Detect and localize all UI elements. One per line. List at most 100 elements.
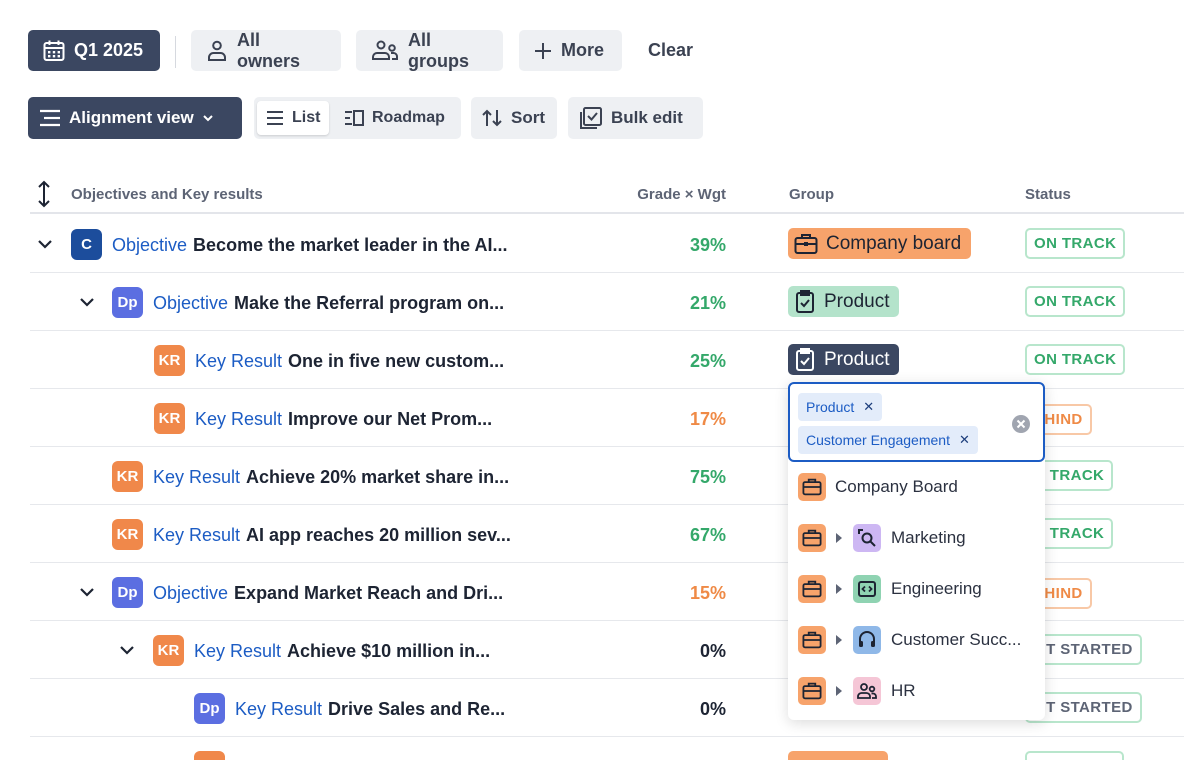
table-row[interactable] (30, 737, 1184, 760)
clear-filters-label: Clear (648, 40, 694, 60)
okr-kind: Key Result (153, 525, 241, 545)
groups-filter-label: All groups (408, 29, 469, 71)
group-badge-label: Product (824, 290, 890, 312)
okr-title[interactable]: Key Result AI app reaches 20 million sev.… (153, 525, 511, 546)
code-icon (853, 575, 881, 603)
owner-avatar[interactable]: Dp (112, 577, 143, 608)
table-row[interactable]: KR Key Result One in five new custom... 2… (30, 331, 1184, 389)
table-row[interactable]: Dp Objective Make the Referral program on… (30, 273, 1184, 331)
alignment-view-label: Alignment view (69, 108, 194, 127)
calendar-icon (43, 40, 65, 61)
chip-label: Product (806, 399, 855, 415)
group-badge[interactable]: Product (788, 286, 900, 317)
grade-value: 21% (689, 293, 726, 313)
period-button[interactable]: Q1 2025 (28, 30, 160, 71)
alignment-icon (40, 109, 60, 127)
owner-avatar[interactable] (194, 751, 225, 760)
chevron-down-icon[interactable] (77, 292, 97, 312)
okr-kind: Key Result (195, 351, 283, 371)
expand-caret-icon[interactable] (836, 686, 842, 696)
okr-kind: Objective (153, 293, 229, 313)
person-icon (208, 40, 226, 61)
okr-title-text: Become the market leader in the AI... (193, 235, 508, 255)
okr-title[interactable]: Objective Become the market leader in the… (112, 235, 507, 256)
okr-title-text: Achieve $10 million in... (287, 641, 491, 661)
alignment-view-button[interactable]: Alignment view (28, 97, 242, 139)
chip-label: Customer Engagement (806, 432, 950, 448)
people-icon (853, 677, 881, 705)
group-option-hr[interactable]: HR (788, 666, 1045, 717)
search-chart-icon (853, 524, 881, 552)
okr-title-text: Achieve 20% market share in... (246, 467, 510, 487)
owner-avatar[interactable]: KR (112, 461, 143, 492)
chevron-down-icon[interactable] (35, 234, 55, 254)
option-label: Customer Succ... (891, 630, 1022, 649)
group-select-input[interactable]: Product ✕ Customer Engagement ✕ (788, 382, 1045, 462)
sort-button[interactable]: Sort (471, 97, 557, 139)
owner-avatar[interactable]: KR (154, 345, 185, 376)
okr-title[interactable]: Key Result Drive Sales and Re... (235, 699, 505, 720)
table-row[interactable]: C Objective Become the market leader in t… (30, 215, 1184, 273)
okr-kind: Objective (112, 235, 188, 255)
briefcase-icon (798, 677, 826, 705)
okr-title[interactable]: Key Result One in five new custom... (195, 351, 504, 372)
okr-title[interactable]: Key Result Achieve 20% market share in... (153, 467, 509, 488)
owner-avatar[interactable]: Dp (194, 693, 225, 724)
more-filters-button[interactable]: More (519, 30, 622, 71)
okr-title[interactable]: Objective Make the Referral program on... (153, 293, 504, 314)
clear-selection-icon[interactable] (1011, 414, 1031, 434)
list-view-tab[interactable]: List (257, 101, 330, 135)
group-option-company-board[interactable]: Company Board (788, 462, 1045, 513)
owner-avatar[interactable]: KR (154, 403, 185, 434)
okr-title[interactable]: Key Result Achieve $10 million in... (194, 641, 490, 662)
chevron-down-icon[interactable] (117, 640, 137, 660)
okr-kind: Objective (153, 583, 229, 603)
roadmap-view-label: Roadmap (372, 109, 445, 126)
briefcase-icon (798, 626, 826, 654)
status-badge[interactable] (1025, 751, 1124, 760)
okr-title[interactable]: Objective Expand Market Reach and Dri... (153, 583, 503, 604)
owner-avatar[interactable]: KR (112, 519, 143, 550)
status-badge[interactable]: ON TRACK (1025, 228, 1126, 259)
bulk-edit-label: Bulk edit (611, 108, 683, 127)
status-badge[interactable]: ON TRACK (1025, 344, 1126, 375)
roadmap-view-tab[interactable]: Roadmap (335, 101, 454, 135)
bulk-edit-button[interactable]: Bulk edit (568, 97, 703, 139)
okr-title[interactable]: Key Result Improve our Net Prom... (195, 409, 492, 430)
grade-column-header[interactable]: Grade × Wgt (637, 186, 726, 203)
group-badge[interactable]: Company board (788, 228, 972, 259)
chevron-down-icon (202, 115, 213, 122)
status-column-header[interactable]: Status (1025, 186, 1071, 203)
sort-label: Sort (511, 108, 545, 127)
status-badge[interactable]: ON TRACK (1025, 286, 1126, 317)
okr-column-header[interactable]: Objectives and Key results (71, 186, 263, 203)
owner-avatar[interactable]: Dp (112, 287, 143, 318)
owner-avatar[interactable]: C (71, 229, 102, 260)
group-option-marketing[interactable]: Marketing (788, 513, 1045, 564)
remove-chip-icon[interactable]: ✕ (959, 432, 970, 448)
group-badge[interactable]: Product (788, 344, 900, 375)
briefcase-icon (794, 233, 818, 254)
expand-collapse-all-icon[interactable] (37, 180, 51, 208)
chevron-down-icon[interactable] (77, 582, 97, 602)
grade-value: 15% (689, 583, 726, 603)
grade-value: 17% (689, 409, 726, 429)
group-option-engineering[interactable]: Engineering (788, 564, 1045, 615)
clear-filters-button[interactable]: Clear (634, 30, 710, 71)
group-column-header[interactable]: Group (789, 186, 834, 203)
remove-chip-icon[interactable]: ✕ (863, 399, 874, 415)
groups-filter-button[interactable]: All groups (356, 30, 503, 71)
option-label: HR (891, 681, 916, 700)
option-label: Company Board (835, 477, 958, 496)
briefcase-icon (798, 524, 826, 552)
bulk-edit-icon (580, 107, 602, 129)
group-option-customer-success[interactable]: Customer Succ... (788, 615, 1045, 666)
grade-value: 67% (689, 525, 726, 545)
group-badge[interactable] (788, 751, 888, 760)
expand-caret-icon[interactable] (836, 635, 842, 645)
owner-avatar[interactable]: KR (153, 635, 184, 666)
okr-title-text: Expand Market Reach and Dri... (234, 583, 504, 603)
expand-caret-icon[interactable] (836, 533, 842, 543)
owners-filter-button[interactable]: All owners (191, 30, 341, 71)
expand-caret-icon[interactable] (836, 584, 842, 594)
